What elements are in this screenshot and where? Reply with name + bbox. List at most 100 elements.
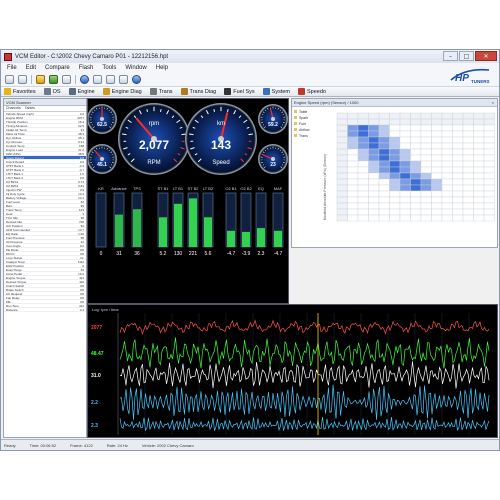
table-cell[interactable]: [378, 214, 390, 222]
nav-engine[interactable]: Engine: [68, 87, 95, 97]
table-cell[interactable]: [410, 208, 422, 216]
table-cell[interactable]: [368, 160, 380, 168]
table-cell[interactable]: [368, 208, 380, 216]
table-cell[interactable]: [378, 196, 390, 204]
table-cell[interactable]: [336, 190, 348, 198]
table-cell[interactable]: [462, 112, 474, 120]
save-icon[interactable]: [18, 75, 27, 84]
table-cell[interactable]: [357, 208, 369, 216]
table-cell[interactable]: [357, 196, 369, 204]
table-cell[interactable]: [452, 172, 464, 180]
table-cell[interactable]: [483, 130, 495, 138]
table-cell[interactable]: [368, 190, 380, 198]
table-cell[interactable]: [441, 166, 453, 174]
table-cell[interactable]: [357, 214, 369, 222]
table-cell[interactable]: [420, 208, 432, 216]
table-cell[interactable]: [420, 166, 432, 174]
table-cell[interactable]: [452, 202, 464, 210]
table-cell[interactable]: [347, 148, 359, 156]
table-cell[interactable]: [462, 196, 474, 204]
table-cell[interactable]: [452, 124, 464, 132]
table-cell[interactable]: [431, 118, 443, 126]
table-cell[interactable]: [462, 118, 474, 126]
table-cell[interactable]: [462, 178, 474, 186]
table-cell[interactable]: [441, 136, 453, 144]
table-cell[interactable]: [473, 154, 485, 162]
table-cell[interactable]: [410, 136, 422, 144]
table-cell[interactable]: [378, 160, 390, 168]
nav-fuel-sys[interactable]: Fuel Sys: [224, 87, 255, 97]
table-cell[interactable]: [399, 112, 411, 120]
table-cell[interactable]: [420, 136, 432, 144]
table-cell[interactable]: [389, 160, 401, 168]
table-cell[interactable]: [452, 154, 464, 162]
tree-item[interactable]: Airflow: [299, 128, 310, 132]
table-cell[interactable]: [431, 202, 443, 210]
table-cell[interactable]: [389, 136, 401, 144]
table-cell[interactable]: [347, 124, 359, 132]
nav-trans-diag[interactable]: Trans Diag: [180, 87, 216, 97]
table-cell[interactable]: [410, 196, 422, 204]
table-cell[interactable]: [378, 130, 390, 138]
table-cell[interactable]: [378, 154, 390, 162]
table-cell[interactable]: [462, 130, 474, 138]
table-cell[interactable]: [389, 112, 401, 120]
table-cell[interactable]: [378, 190, 390, 198]
table-cell[interactable]: [473, 196, 485, 204]
table-cell[interactable]: [368, 166, 380, 174]
menu-help[interactable]: Help: [156, 65, 168, 71]
table-cell[interactable]: [357, 166, 369, 174]
table-cell[interactable]: [336, 124, 348, 132]
table-cell[interactable]: [462, 184, 474, 192]
table-cell[interactable]: [483, 190, 495, 198]
nav-system[interactable]: System: [262, 87, 290, 97]
table-cell[interactable]: [399, 142, 411, 150]
table-cell[interactable]: [420, 154, 432, 162]
table-cell[interactable]: [368, 196, 380, 204]
table-cell[interactable]: [420, 112, 432, 120]
table-cell[interactable]: [420, 124, 432, 132]
table-cell[interactable]: [399, 148, 411, 156]
tree-item[interactable]: Spark: [299, 116, 308, 120]
table-cell[interactable]: [378, 166, 390, 174]
table-cell[interactable]: [357, 148, 369, 156]
table-cell[interactable]: [441, 112, 453, 120]
table-cell[interactable]: [399, 172, 411, 180]
table-cell[interactable]: [368, 112, 380, 120]
table-cell[interactable]: [473, 130, 485, 138]
table-cell[interactable]: [473, 118, 485, 126]
tree-item[interactable]: Table: [299, 110, 307, 114]
table-cell[interactable]: [347, 160, 359, 168]
table-cell[interactable]: [378, 172, 390, 180]
table-cell[interactable]: [462, 202, 474, 210]
table-cell[interactable]: [452, 166, 464, 174]
table-cell[interactable]: [452, 214, 464, 222]
table-cell[interactable]: [410, 148, 422, 156]
table-cell[interactable]: [357, 130, 369, 138]
scanner-icon[interactable]: [80, 75, 89, 84]
table-cell[interactable]: [399, 214, 411, 222]
table-cell[interactable]: [336, 118, 348, 126]
table-cell[interactable]: [462, 154, 474, 162]
table-cell[interactable]: [420, 202, 432, 210]
table-cell[interactable]: [462, 142, 474, 150]
table-cell[interactable]: [452, 136, 464, 144]
table-cell[interactable]: [420, 172, 432, 180]
table-cell[interactable]: [483, 202, 495, 210]
table-icon[interactable]: [106, 75, 115, 84]
table-cell[interactable]: [399, 130, 411, 138]
table-cell[interactable]: [473, 190, 485, 198]
table-cell[interactable]: [441, 184, 453, 192]
table-cell[interactable]: [347, 166, 359, 174]
channel-row[interactable]: Distance 3.4: [4, 308, 86, 312]
settings-icon[interactable]: [119, 75, 128, 84]
histogram-icon[interactable]: [93, 75, 102, 84]
table-cell[interactable]: [347, 196, 359, 204]
table-cell[interactable]: [483, 178, 495, 186]
table-cell[interactable]: [336, 142, 348, 150]
table-cell[interactable]: [431, 154, 443, 162]
table-cell[interactable]: [483, 184, 495, 192]
table-cell[interactable]: [452, 190, 464, 198]
table-cell[interactable]: [462, 166, 474, 174]
table-cell[interactable]: [431, 148, 443, 156]
